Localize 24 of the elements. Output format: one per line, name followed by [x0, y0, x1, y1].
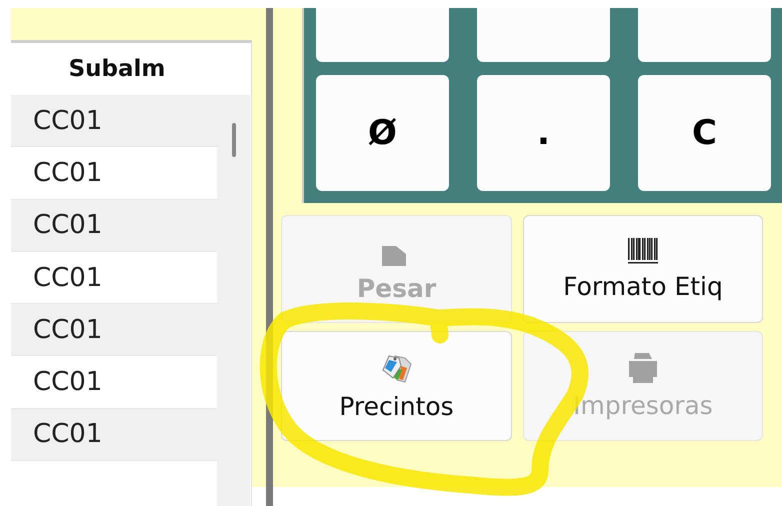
table-cell: CC01 — [33, 367, 102, 398]
barcode-icon — [628, 238, 658, 264]
keypad-key[interactable]: . — [477, 75, 610, 191]
keypad-key[interactable] — [316, 8, 449, 62]
column-header[interactable]: Subalm — [28, 56, 206, 82]
table-cell: CC01 — [33, 419, 102, 450]
printer-icon — [627, 352, 659, 382]
table-row[interactable]: CC01 — [11, 200, 217, 252]
keypad-key[interactable] — [477, 8, 610, 62]
table-cell: CC01 — [33, 210, 102, 240]
table-cell: CC01 — [33, 262, 102, 293]
table-cell: CC01 — [33, 106, 102, 136]
scrollbar-thumb[interactable] — [232, 123, 236, 157]
keypad-key[interactable] — [638, 8, 771, 62]
keypad-key[interactable]: Ø — [316, 75, 449, 191]
table-row[interactable]: CC01 — [11, 95, 217, 148]
action-button[interactable]: Precintos — [281, 331, 512, 441]
table-cell: CC01 — [33, 314, 102, 345]
table-cell: CC01 — [33, 158, 102, 188]
table-row[interactable]: CC01 — [11, 304, 217, 356]
scrollbar[interactable] — [217, 95, 250, 506]
action-button[interactable]: Formato Etiq — [523, 215, 763, 323]
table-row[interactable]: CC01 — [11, 408, 217, 462]
keypad-key[interactable]: C — [638, 75, 771, 191]
